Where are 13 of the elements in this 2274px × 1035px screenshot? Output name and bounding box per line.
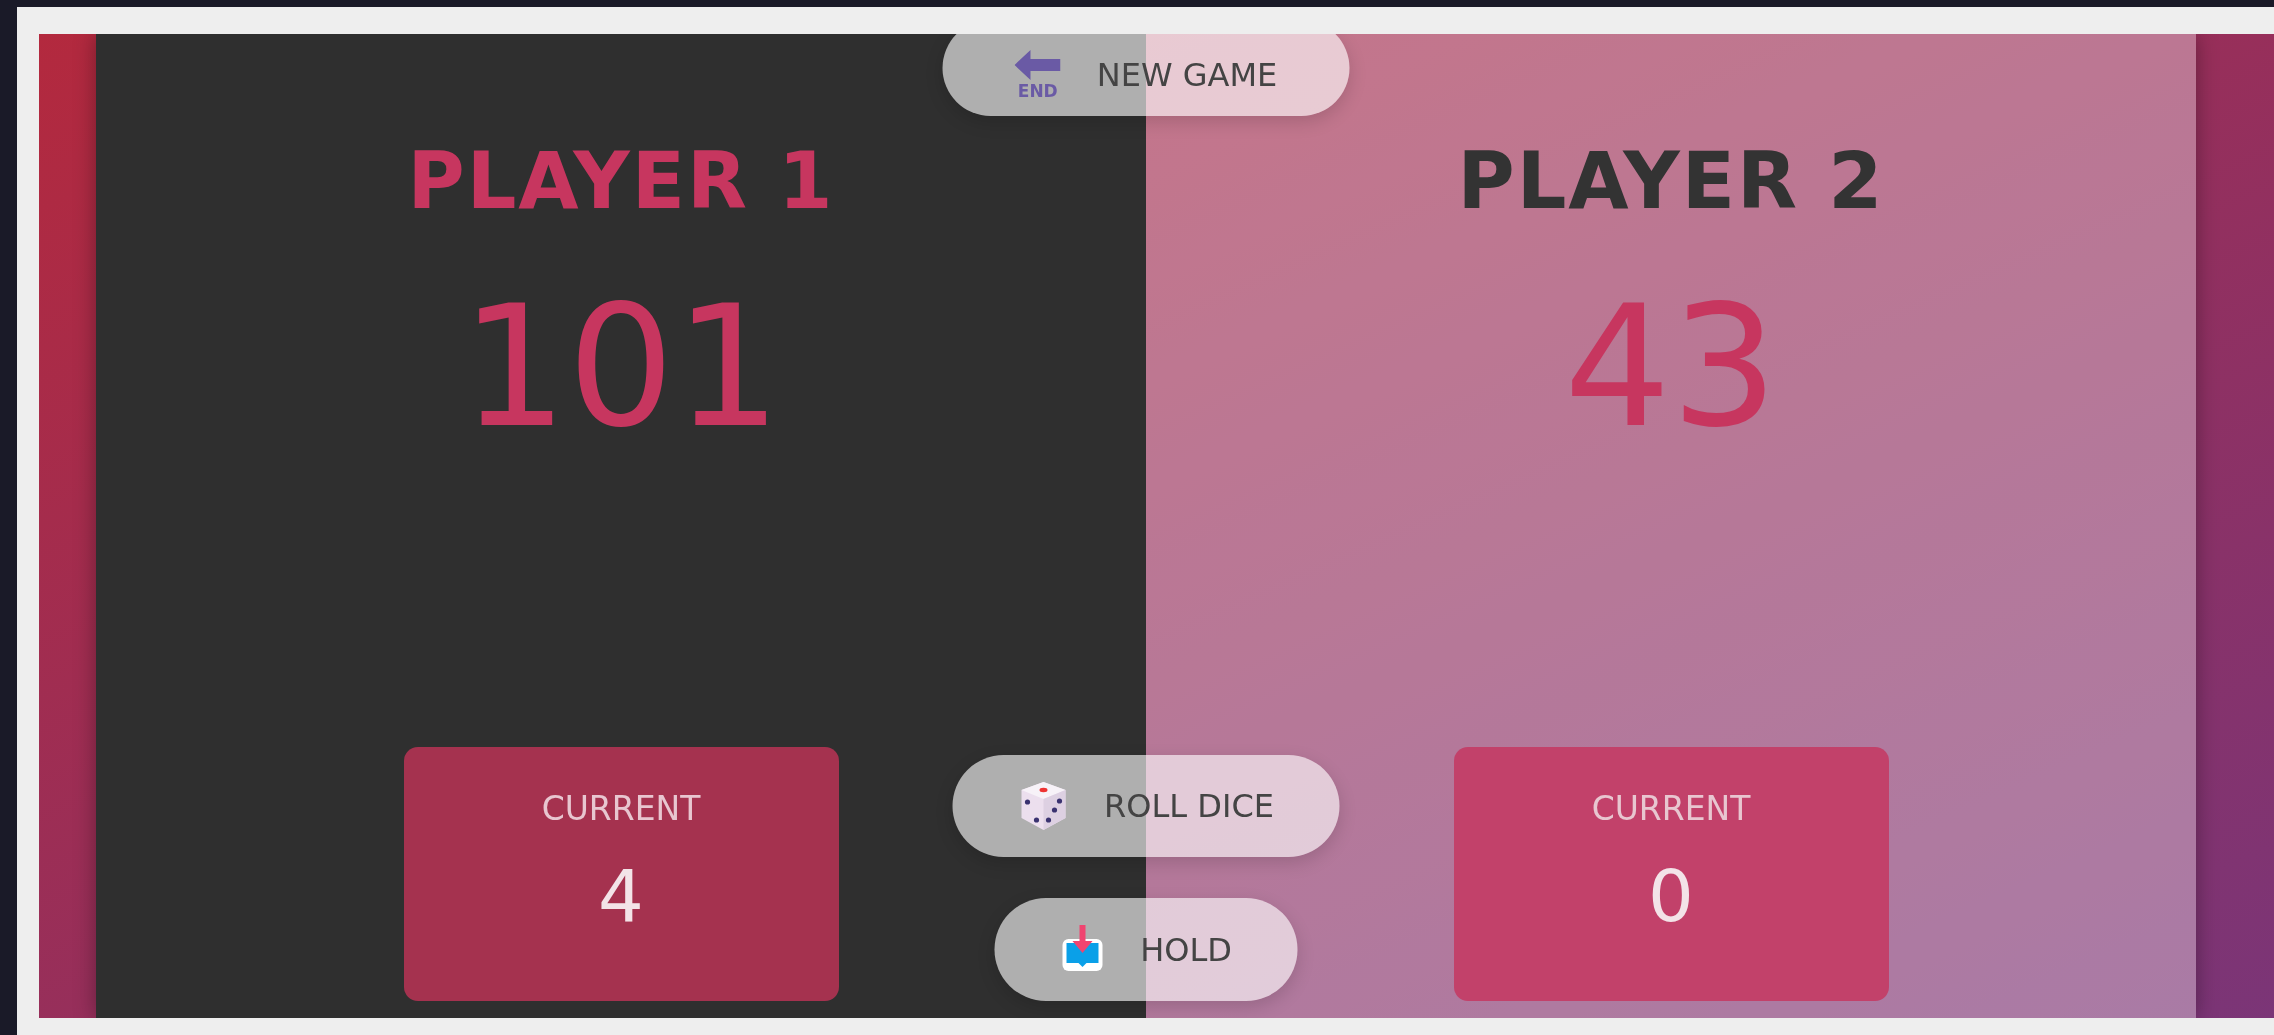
new-game-button[interactable]: END NEW GAME	[942, 34, 1350, 116]
player-name: PLAYER 2	[1457, 140, 1885, 222]
player-score: 101	[460, 282, 782, 452]
icon-caption: END	[1017, 81, 1058, 100]
current-value: 0	[1648, 854, 1694, 938]
left-arrow-icon	[1014, 49, 1061, 80]
player-name: PLAYER 1	[407, 140, 835, 222]
player-score: 43	[1564, 282, 1778, 452]
roll-dice-button[interactable]: ROLL DICE	[952, 755, 1340, 857]
current-label: CURRENT	[1591, 789, 1751, 828]
current-label: CURRENT	[541, 789, 701, 828]
hold-button[interactable]: HOLD	[994, 898, 1298, 1001]
current-value: 4	[598, 854, 644, 938]
